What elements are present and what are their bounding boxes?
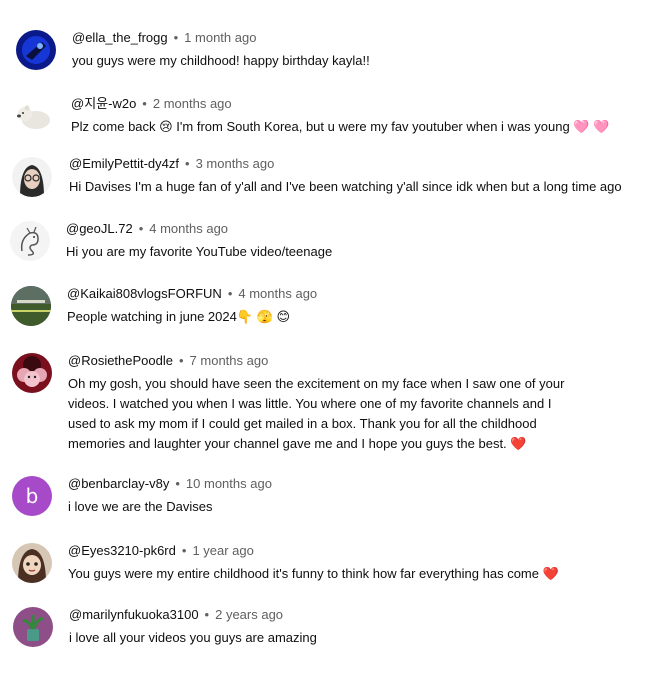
- blue-light-avatar[interactable]: [16, 30, 56, 70]
- comment-time[interactable]: 4 months ago: [238, 286, 317, 301]
- comment-text: i love all your videos you guys are amaz…: [69, 630, 317, 645]
- comment-author[interactable]: @지윤-w2o: [71, 96, 136, 111]
- letter-avatar[interactable]: b: [12, 476, 52, 516]
- comment-time[interactable]: 7 months ago: [190, 353, 269, 368]
- comment-text: People watching in june 2024👇 🫣 😊: [67, 309, 290, 324]
- comment-time[interactable]: 1 month ago: [184, 30, 256, 45]
- comment-text: You guys were my entire childhood it's f…: [68, 566, 559, 581]
- avatar-letter: b: [25, 484, 39, 508]
- comment-author[interactable]: @EmilyPettit-dy4zf: [69, 156, 179, 171]
- separator-dot: •: [227, 286, 233, 301]
- comment-time[interactable]: 10 months ago: [186, 476, 272, 491]
- polar-bear-avatar[interactable]: [14, 96, 54, 136]
- girl-glasses-avatar[interactable]: [12, 157, 52, 197]
- separator-dot: •: [142, 96, 147, 111]
- poodle-avatar[interactable]: [12, 353, 52, 393]
- comment-time[interactable]: 4 months ago: [149, 221, 228, 236]
- comment-author[interactable]: @marilynfukuoka3100: [69, 607, 199, 622]
- comment-text: Hi you are my favorite YouTube video/tee…: [66, 244, 333, 259]
- comment-author[interactable]: @Eyes3210-pk6rd: [68, 543, 176, 558]
- comment-author[interactable]: @ella_the_frogg: [72, 30, 168, 45]
- comment-author[interactable]: @RosiethePoodle: [68, 353, 173, 368]
- comment-time[interactable]: 1 year ago: [192, 543, 253, 558]
- comment-time[interactable]: 2 months ago: [153, 96, 232, 111]
- separator-dot: •: [204, 607, 210, 622]
- comment-text: Hi Davises I'm a huge fan of y'all and I…: [69, 179, 622, 194]
- separator-dot: •: [175, 476, 180, 491]
- separator-dot: •: [178, 353, 184, 368]
- comment-author[interactable]: @geoJL.72: [66, 221, 133, 236]
- separator-dot: •: [181, 543, 187, 558]
- separator-dot: •: [185, 156, 190, 171]
- field-photo-avatar[interactable]: [11, 286, 51, 326]
- separator-dot: •: [138, 221, 144, 236]
- dragon-sketch-avatar[interactable]: [10, 221, 50, 261]
- separator-dot: •: [173, 30, 179, 45]
- comment-time[interactable]: 2 years ago: [215, 607, 283, 622]
- comment-author[interactable]: @benbarclay-v8y: [68, 476, 169, 491]
- comment-text: Oh my gosh, you should have seen the exc…: [68, 376, 565, 451]
- cartoon-girl-avatar[interactable]: [12, 543, 52, 583]
- comment-text: you guys were my childhood! happy birthd…: [72, 53, 370, 68]
- comment-author[interactable]: @Kaikai808vlogsFORFUN: [67, 286, 222, 301]
- plant-pot-avatar[interactable]: [13, 607, 53, 647]
- comment-text: Plz come back 😢 I'm from South Korea, bu…: [71, 119, 610, 134]
- comment-time[interactable]: 3 months ago: [196, 156, 275, 171]
- comment-text: i love we are the Davises: [68, 499, 213, 514]
